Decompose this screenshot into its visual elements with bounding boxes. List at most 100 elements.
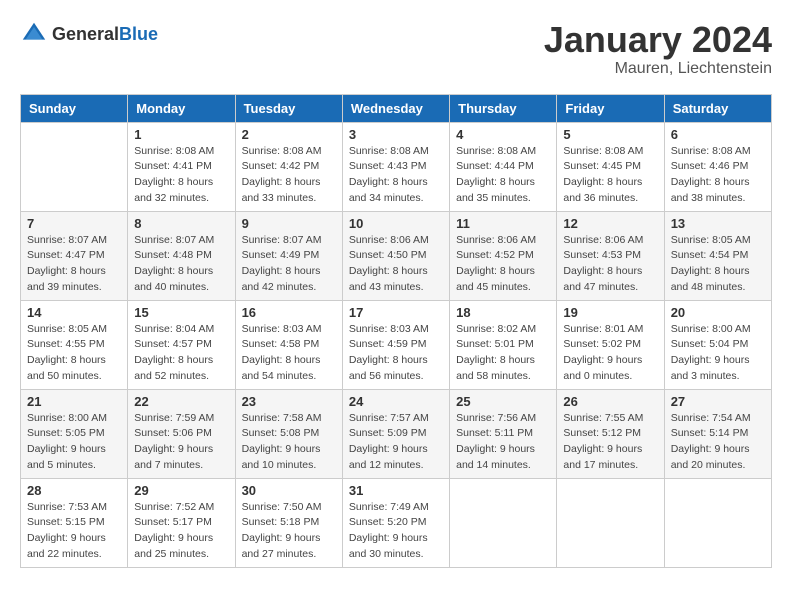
day-info: Sunrise: 8:01 AMSunset: 5:02 PMDaylight:…: [563, 322, 657, 385]
month-title: January 2024: [544, 20, 772, 60]
day-number: 22: [134, 394, 228, 409]
day-info: Sunrise: 8:03 AMSunset: 4:59 PMDaylight:…: [349, 322, 443, 385]
calendar-cell: 31 Sunrise: 7:49 AMSunset: 5:20 PMDayligh…: [342, 478, 449, 567]
day-number: 4: [456, 127, 550, 142]
day-info: Sunrise: 7:57 AMSunset: 5:09 PMDaylight:…: [349, 411, 443, 474]
logo-icon: [20, 20, 48, 48]
weekday-header-cell: Sunday: [21, 94, 128, 122]
day-info: Sunrise: 7:49 AMSunset: 5:20 PMDaylight:…: [349, 500, 443, 563]
day-number: 20: [671, 305, 765, 320]
calendar-cell: [557, 478, 664, 567]
weekday-header-cell: Saturday: [664, 94, 771, 122]
day-number: 19: [563, 305, 657, 320]
weekday-header-row: SundayMondayTuesdayWednesdayThursdayFrid…: [21, 94, 772, 122]
day-number: 29: [134, 483, 228, 498]
calendar-cell: 20 Sunrise: 8:00 AMSunset: 5:04 PMDayligh…: [664, 300, 771, 389]
location-title: Mauren, Liechtenstein: [544, 60, 772, 78]
calendar-cell: 14 Sunrise: 8:05 AMSunset: 4:55 PMDayligh…: [21, 300, 128, 389]
day-number: 25: [456, 394, 550, 409]
day-info: Sunrise: 8:07 AMSunset: 4:48 PMDaylight:…: [134, 233, 228, 296]
day-number: 23: [242, 394, 336, 409]
title-block: January 2024 Mauren, Liechtenstein: [544, 20, 772, 78]
day-info: Sunrise: 8:08 AMSunset: 4:41 PMDaylight:…: [134, 144, 228, 207]
day-info: Sunrise: 8:02 AMSunset: 5:01 PMDaylight:…: [456, 322, 550, 385]
day-info: Sunrise: 8:00 AMSunset: 5:04 PMDaylight:…: [671, 322, 765, 385]
calendar-cell: 8Sunrise: 8:07 AMSunset: 4:48 PMDaylight…: [128, 211, 235, 300]
day-info: Sunrise: 8:00 AMSunset: 5:05 PMDaylight:…: [27, 411, 121, 474]
calendar-cell: 30Sunrise: 7:50 AMSunset: 5:18 PMDayligh…: [235, 478, 342, 567]
calendar-week-row: 7 Sunrise: 8:07 AMSunset: 4:47 PMDaylight…: [21, 211, 772, 300]
day-number: 28: [27, 483, 121, 498]
calendar-cell: 26 Sunrise: 7:55 AMSunset: 5:12 PMDayligh…: [557, 389, 664, 478]
day-number: 18: [456, 305, 550, 320]
calendar-cell: 23 Sunrise: 7:58 AMSunset: 5:08 PMDayligh…: [235, 389, 342, 478]
day-info: Sunrise: 8:07 AMSunset: 4:47 PMDaylight:…: [27, 233, 121, 296]
weekday-header-cell: Wednesday: [342, 94, 449, 122]
weekday-header-cell: Thursday: [450, 94, 557, 122]
day-number: 3: [349, 127, 443, 142]
calendar-cell: 5Sunrise: 8:08 AMSunset: 4:45 PMDaylight…: [557, 122, 664, 211]
day-number: 14: [27, 305, 121, 320]
day-info: Sunrise: 8:06 AMSunset: 4:50 PMDaylight:…: [349, 233, 443, 296]
day-info: Sunrise: 7:55 AMSunset: 5:12 PMDaylight:…: [563, 411, 657, 474]
day-info: Sunrise: 8:05 AMSunset: 4:55 PMDaylight:…: [27, 322, 121, 385]
weekday-header-cell: Friday: [557, 94, 664, 122]
calendar-cell: 4 Sunrise: 8:08 AMSunset: 4:44 PMDaylight…: [450, 122, 557, 211]
day-number: 15: [134, 305, 228, 320]
day-info: Sunrise: 7:50 AMSunset: 5:18 PMDaylight:…: [242, 500, 336, 563]
day-number: 27: [671, 394, 765, 409]
calendar-cell: 22 Sunrise: 7:59 AMSunset: 5:06 PMDayligh…: [128, 389, 235, 478]
calendar-cell: 10 Sunrise: 8:06 AMSunset: 4:50 PMDayligh…: [342, 211, 449, 300]
day-info: Sunrise: 7:53 AMSunset: 5:15 PMDaylight:…: [27, 500, 121, 563]
weekday-header-cell: Tuesday: [235, 94, 342, 122]
calendar-body: 1 Sunrise: 8:08 AMSunset: 4:41 PMDaylight…: [21, 122, 772, 567]
day-info: Sunrise: 7:59 AMSunset: 5:06 PMDaylight:…: [134, 411, 228, 474]
day-info: Sunrise: 8:06 AMSunset: 4:53 PMDaylight:…: [563, 233, 657, 296]
calendar-cell: 6 Sunrise: 8:08 AMSunset: 4:46 PMDaylight…: [664, 122, 771, 211]
calendar-cell: 3 Sunrise: 8:08 AMSunset: 4:43 PMDaylight…: [342, 122, 449, 211]
day-info: Sunrise: 8:07 AMSunset: 4:49 PMDaylight:…: [242, 233, 336, 296]
day-info: Sunrise: 8:08 AMSunset: 4:42 PMDaylight:…: [242, 144, 336, 207]
day-number: 16: [242, 305, 336, 320]
day-info: Sunrise: 8:03 AMSunset: 4:58 PMDaylight:…: [242, 322, 336, 385]
day-number: 1: [134, 127, 228, 142]
calendar-cell: 18 Sunrise: 8:02 AMSunset: 5:01 PMDayligh…: [450, 300, 557, 389]
day-number: 26: [563, 394, 657, 409]
calendar-cell: 7 Sunrise: 8:07 AMSunset: 4:47 PMDaylight…: [21, 211, 128, 300]
day-info: Sunrise: 8:08 AMSunset: 4:43 PMDaylight:…: [349, 144, 443, 207]
day-number: 6: [671, 127, 765, 142]
calendar-cell: 25Sunrise: 7:56 AMSunset: 5:11 PMDayligh…: [450, 389, 557, 478]
logo: GeneralBlue: [20, 20, 158, 48]
day-number: 12: [563, 216, 657, 231]
calendar-week-row: 14 Sunrise: 8:05 AMSunset: 4:55 PMDayligh…: [21, 300, 772, 389]
calendar-week-row: 1 Sunrise: 8:08 AMSunset: 4:41 PMDaylight…: [21, 122, 772, 211]
day-number: 7: [27, 216, 121, 231]
day-number: 10: [349, 216, 443, 231]
calendar-cell: 27Sunrise: 7:54 AMSunset: 5:14 PMDayligh…: [664, 389, 771, 478]
calendar-week-row: 21Sunrise: 8:00 AMSunset: 5:05 PMDayligh…: [21, 389, 772, 478]
calendar-cell: [450, 478, 557, 567]
day-number: 13: [671, 216, 765, 231]
day-number: 17: [349, 305, 443, 320]
day-number: 11: [456, 216, 550, 231]
calendar-cell: 12 Sunrise: 8:06 AMSunset: 4:53 PMDayligh…: [557, 211, 664, 300]
calendar-cell: 19 Sunrise: 8:01 AMSunset: 5:02 PMDayligh…: [557, 300, 664, 389]
calendar-cell: 1 Sunrise: 8:08 AMSunset: 4:41 PMDaylight…: [128, 122, 235, 211]
calendar-cell: 2 Sunrise: 8:08 AMSunset: 4:42 PMDaylight…: [235, 122, 342, 211]
day-info: Sunrise: 8:05 AMSunset: 4:54 PMDaylight:…: [671, 233, 765, 296]
day-info: Sunrise: 8:08 AMSunset: 4:46 PMDaylight:…: [671, 144, 765, 207]
day-info: Sunrise: 8:06 AMSunset: 4:52 PMDaylight:…: [456, 233, 550, 296]
day-number: 9: [242, 216, 336, 231]
day-info: Sunrise: 8:04 AMSunset: 4:57 PMDaylight:…: [134, 322, 228, 385]
day-number: 2: [242, 127, 336, 142]
day-number: 31: [349, 483, 443, 498]
day-number: 24: [349, 394, 443, 409]
day-info: Sunrise: 8:08 AMSunset: 4:44 PMDaylight:…: [456, 144, 550, 207]
calendar-week-row: 28 Sunrise: 7:53 AMSunset: 5:15 PMDayligh…: [21, 478, 772, 567]
logo-text-general: General: [52, 24, 119, 44]
day-info: Sunrise: 7:58 AMSunset: 5:08 PMDaylight:…: [242, 411, 336, 474]
calendar-cell: 16 Sunrise: 8:03 AMSunset: 4:58 PMDayligh…: [235, 300, 342, 389]
calendar-cell: 15 Sunrise: 8:04 AMSunset: 4:57 PMDayligh…: [128, 300, 235, 389]
day-info: Sunrise: 8:08 AMSunset: 4:45 PMDaylight:…: [563, 144, 657, 207]
logo-text-blue: Blue: [119, 24, 158, 44]
